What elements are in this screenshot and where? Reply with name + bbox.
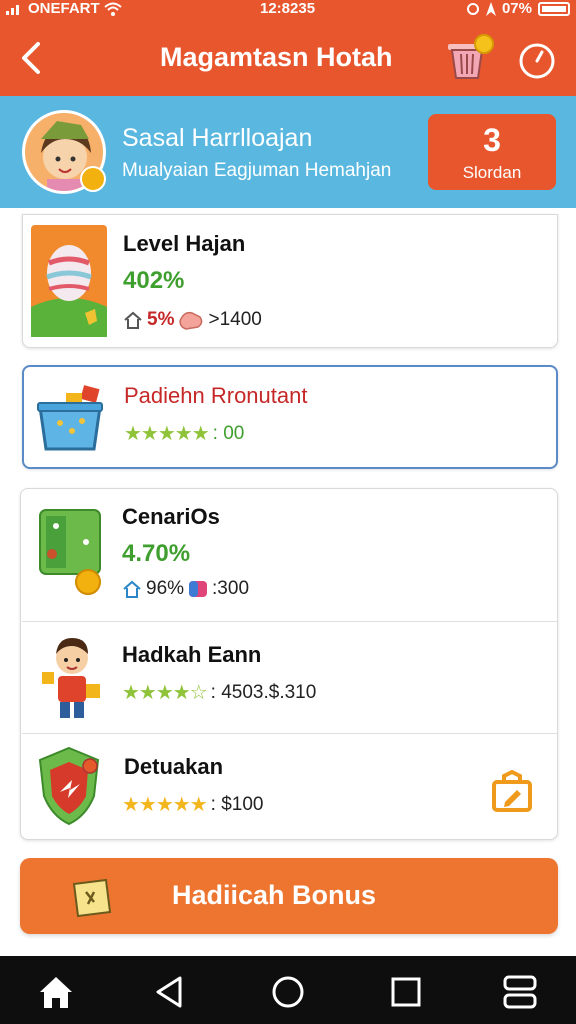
profile-name: Sasal Harrlloajan [122, 124, 313, 152]
card-title: Hadkah Eann [122, 642, 262, 667]
card-title: Detuakan [124, 754, 224, 779]
status-left: ONEFART [6, 0, 122, 17]
card-rating: ★★★★☆ : 4503.$.310 [122, 680, 316, 705]
card-rating-text: : 00 [212, 422, 245, 444]
triangle-back-icon[interactable] [150, 972, 190, 1012]
star-rating-icon: ★★★★☆ [122, 682, 208, 704]
hand-icon [179, 311, 203, 330]
menu-icon[interactable] [500, 972, 540, 1012]
card-meta-a: 96% [146, 578, 185, 599]
card-title: CenariOs [122, 504, 220, 529]
edit-icon[interactable] [490, 770, 534, 812]
board-game-icon [39, 509, 101, 595]
coin-badge-icon [80, 166, 106, 192]
card-rating-text: : 4503.$.310 [210, 681, 317, 703]
card-percent: 402% [123, 267, 185, 294]
profile-strip: Sasal Harrlloajan Mualyaian Eagjuman Hem… [0, 96, 576, 208]
card-meta-b: >1400 [208, 309, 262, 330]
card-meta: 96% :300 [122, 578, 249, 600]
card-rating: ★★★★★ : 00 [124, 421, 244, 446]
boy-character-icon [42, 638, 100, 718]
bonus-button-label: Hadiicah Bonus [172, 880, 377, 910]
status-right: 07% [466, 0, 570, 17]
star-rating-icon: ★★★★★ [122, 794, 208, 816]
back-arrow-icon[interactable] [14, 38, 50, 78]
timer-icon[interactable] [516, 38, 558, 80]
house-icon [123, 580, 141, 598]
battery-icon [538, 1, 570, 16]
card-rating-text: : $100 [210, 793, 264, 815]
wifi-icon [104, 2, 122, 16]
tag-icon [189, 581, 208, 597]
location-icon [485, 1, 496, 16]
easter-egg-icon [31, 225, 107, 337]
signal-icon [6, 4, 19, 15]
bottom-navbar [0, 956, 576, 1024]
status-time: 12:8235 [260, 0, 316, 17]
carrier-label: ONEFART [28, 0, 100, 17]
card-rating: ★★★★★ : $100 [122, 792, 263, 817]
basket-icon [37, 385, 103, 451]
app-header: ONEFART 12:8235 07% Magamtasn Hotah [0, 0, 576, 96]
card-meta: 5% >1400 [123, 309, 262, 331]
star-rating-icon: ★★★★★ [124, 423, 210, 445]
card-title: Level Hajan [123, 231, 246, 256]
card-title: Padiehn Rronutant [124, 383, 308, 408]
count-value: 3 [483, 122, 501, 158]
card-meta-b: :300 [212, 578, 250, 599]
house-icon [124, 311, 142, 329]
battery-percent: 07% [501, 0, 532, 17]
card-detuakan[interactable]: Detuakan ★★★★★ : $100 [22, 734, 556, 838]
square-recent-icon[interactable] [386, 972, 426, 1012]
shield-icon [38, 746, 100, 826]
card-hadkah[interactable]: Hadkah Eann ★★★★☆ : 4503.$.310 [22, 622, 556, 732]
shopping-basket-icon[interactable] [444, 34, 496, 82]
home-icon[interactable] [36, 972, 76, 1012]
card-level[interactable]: Level Hajan 402% 5% >1400 [22, 214, 558, 348]
profile-subtitle: Mualyaian Eagjuman Hemahjan [122, 160, 392, 181]
page-title: Magamtasn Hotah [160, 42, 393, 72]
bonus-button[interactable]: Hadiicah Bonus [20, 858, 558, 934]
gift-bag-icon [72, 878, 112, 918]
count-label: Slordan [462, 163, 522, 182]
count-box[interactable]: 3 Slordan [428, 114, 556, 190]
card-percent: 4.70% [122, 540, 191, 567]
status-bar: ONEFART 12:8235 07% [0, 0, 576, 20]
card-scenarios[interactable]: CenariOs 4.70% 96% :300 [22, 490, 556, 622]
circle-home-icon[interactable] [268, 972, 308, 1012]
alarm-icon [466, 2, 479, 15]
card-reward[interactable]: Padiehn Rronutant ★★★★★ : 00 [22, 365, 558, 469]
card-meta-a: 5% [147, 309, 175, 330]
